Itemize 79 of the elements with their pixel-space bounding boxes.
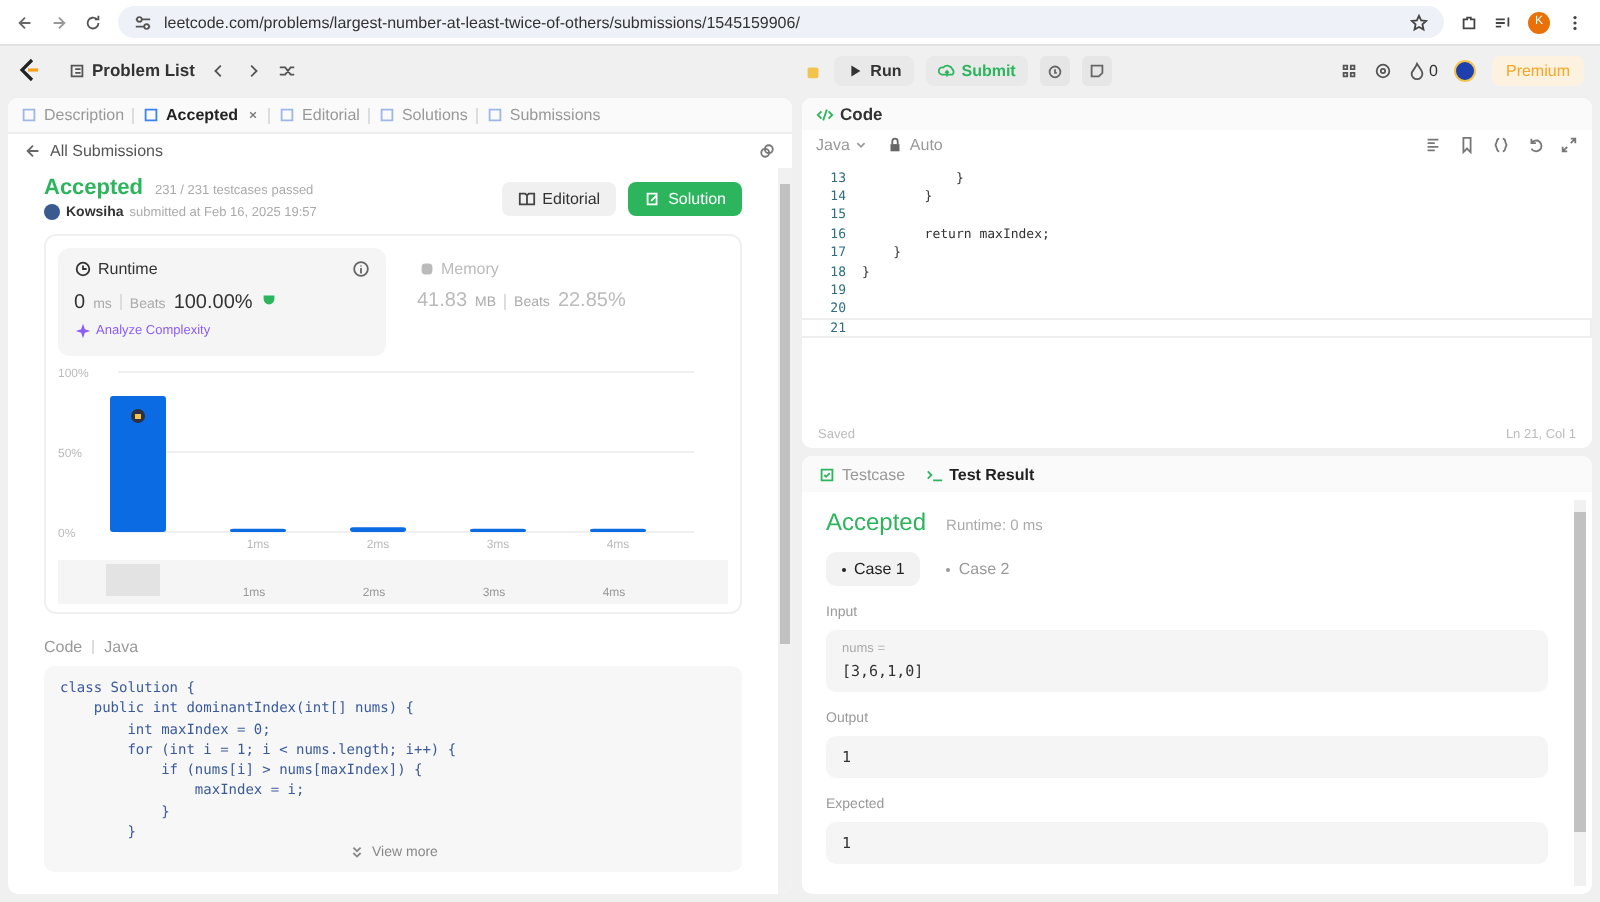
scrollbar[interactable] <box>1574 500 1586 886</box>
alarm-icon[interactable] <box>1039 55 1070 85</box>
panel-tab[interactable]: Testcase <box>818 465 906 483</box>
share-icon[interactable] <box>758 142 776 160</box>
format-icon[interactable] <box>1424 136 1442 154</box>
submit-button[interactable]: Submit <box>925 55 1028 85</box>
clock-icon <box>74 260 92 278</box>
panel-tab[interactable]: Editorial <box>278 106 360 124</box>
flame-icon[interactable] <box>1407 61 1426 79</box>
panel-tab[interactable]: Test Result <box>925 465 1035 483</box>
media-icon[interactable] <box>1494 13 1512 31</box>
code-label: Code <box>44 638 83 656</box>
chip-icon <box>417 260 435 278</box>
stat-title: Runtime <box>98 260 158 278</box>
beats-value: 22.85% <box>557 290 626 312</box>
sparkle-icon <box>74 322 92 340</box>
book-icon <box>518 189 537 207</box>
puzzle-icon[interactable] <box>1460 13 1478 31</box>
lock-icon <box>885 136 904 154</box>
panel-tab[interactable]: Solutions <box>377 106 468 124</box>
layout-icon[interactable] <box>1339 61 1358 79</box>
panel-tab[interactable]: Description <box>20 106 125 124</box>
reload-icon[interactable] <box>84 13 102 31</box>
case-tab[interactable]: Case 1 <box>826 552 921 586</box>
editorial-button[interactable]: Editorial <box>502 181 617 215</box>
terminal-icon <box>925 465 944 483</box>
checkbox-icon <box>818 465 836 483</box>
expand-icon[interactable] <box>1560 136 1578 154</box>
case-tab[interactable]: Case 2 <box>930 552 1026 586</box>
back-icon[interactable] <box>16 13 34 31</box>
code-icon <box>816 105 834 123</box>
forward-icon[interactable] <box>50 13 68 31</box>
back-arrow-icon <box>24 142 42 160</box>
stat-title: Memory <box>441 260 499 278</box>
problem-list-button[interactable]: Problem List <box>68 60 195 80</box>
settings-icon[interactable] <box>1373 61 1392 79</box>
run-button[interactable]: Run <box>834 55 914 85</box>
shuffle-icon[interactable] <box>278 61 297 79</box>
panel-tab[interactable]: Accepted <box>142 106 239 124</box>
close-icon[interactable] <box>246 108 261 122</box>
language-dropdown[interactable]: Java <box>816 136 870 154</box>
bookmark-icon[interactable] <box>1458 136 1476 154</box>
cloud-upload-icon <box>937 61 956 79</box>
tab-icon <box>485 106 504 124</box>
tab-icon <box>142 106 161 124</box>
stat-value: 41.83 <box>417 290 468 312</box>
all-submissions-link[interactable]: All Submissions <box>24 142 163 160</box>
reset-icon[interactable] <box>1526 136 1544 154</box>
user-avatar[interactable] <box>1453 59 1476 81</box>
streak-count: 0 <box>1429 61 1438 79</box>
lock-icon <box>131 409 145 423</box>
url-text: leetcode.com/problems/largest-number-at-least-twice-of-others/submissions/1545159906/ <box>164 13 800 31</box>
trophy-icon <box>260 290 279 308</box>
result-status: Accepted <box>826 508 927 536</box>
tab-icon <box>377 106 396 124</box>
language-label: Java <box>104 638 139 656</box>
star-icon[interactable] <box>1410 13 1428 31</box>
panel-tab[interactable]: Submissions <box>485 106 601 124</box>
edit-icon <box>644 189 663 207</box>
info-icon[interactable] <box>351 260 369 278</box>
list-icon <box>68 61 86 79</box>
tab-icon <box>20 106 38 124</box>
user-avatar <box>44 204 60 220</box>
beats-value: 100.00% <box>173 292 253 314</box>
logo-icon[interactable] <box>16 56 40 84</box>
solution-button[interactable]: Solution <box>628 181 742 215</box>
tab-icon <box>278 106 297 124</box>
address-bar[interactable]: leetcode.com/problems/largest-number-at-least-twice-of-others/submissions/1545159906/ <box>118 6 1444 38</box>
panel-title: Code <box>840 104 883 124</box>
status-text: Accepted <box>44 176 144 200</box>
premium-button[interactable]: Premium <box>1491 55 1584 85</box>
note-icon[interactable] <box>1081 55 1112 85</box>
site-settings-icon[interactable] <box>134 13 152 31</box>
play-icon <box>846 61 865 79</box>
stat-value: 0 <box>74 292 86 314</box>
double-chevron-icon <box>348 844 367 863</box>
mode-label: Auto <box>909 136 943 154</box>
braces-icon[interactable] <box>1492 136 1510 154</box>
scrollbar[interactable] <box>778 168 792 894</box>
